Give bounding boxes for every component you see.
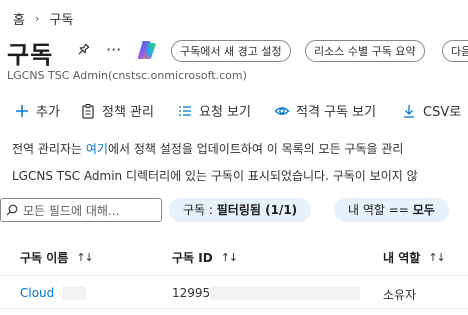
header-divider [0, 275, 468, 276]
filter-value: 모두 [412, 203, 435, 217]
column-header-name[interactable]: 구독 이름 ↑↓ [20, 249, 94, 266]
info-text: 전역 관리자는 [12, 142, 86, 156]
sort-icon[interactable]: ↑↓ [221, 251, 238, 264]
info-line-1: 전역 관리자는 여기에서 정책 설정을 업데이트하여 이 목록의 모든 구독을 … [12, 140, 403, 157]
role-filter-pill[interactable]: 내 역할 == 모두 [334, 198, 449, 222]
search-input[interactable]: 모든 필드에 대해... [0, 198, 162, 222]
resource-summary-chip[interactable]: 리소스 수별 구독 요약 [305, 40, 425, 62]
chevron-right-icon: › [34, 12, 40, 25]
list-icon [179, 105, 191, 116]
add-label: 추가 [36, 105, 60, 120]
copilot-icon[interactable] [135, 38, 159, 62]
pin-icon[interactable] [75, 42, 91, 58]
filter-label: 내 역할 == [348, 203, 413, 217]
view-eligible-label: 적격 구독 보기 [296, 105, 377, 120]
info-text: 에서 정책 설정을 업데이트하여 이 목록의 모든 구독을 관리 [107, 142, 404, 156]
add-button[interactable]: 추가 [14, 101, 60, 120]
manage-policy-button[interactable]: 정책 관리 [80, 101, 154, 120]
redacted-text [62, 286, 86, 300]
subscription-id: 12995 [172, 286, 211, 300]
breadcrumb-home[interactable]: 홈 [13, 9, 25, 28]
tenant-subtitle: LGCNS TSC Admin(cnstsc.onmicrosoft.com) [7, 69, 247, 82]
search-placeholder: 모든 필드에 대해... [23, 203, 120, 218]
clipboard-icon [82, 103, 94, 119]
policy-link[interactable]: 여기 [86, 142, 108, 156]
eye-icon [274, 106, 290, 115]
filter-label: 구독 : [183, 203, 217, 217]
new-alert-chip[interactable]: 구독에서 새 경고 설정 [171, 40, 291, 62]
view-eligible-button[interactable]: 적격 구독 보기 [274, 101, 376, 120]
more-options-icon[interactable]: ··· [106, 40, 121, 59]
plus-icon [16, 104, 28, 117]
subscription-name-link[interactable]: Cloud [20, 286, 54, 300]
search-icon [6, 204, 18, 216]
row-divider [0, 308, 468, 309]
column-header-label: 구독 이름 [20, 251, 69, 265]
view-requests-label: 요청 보기 [199, 105, 251, 120]
download-csv-label: CSV로 [423, 105, 462, 120]
column-header-label: 내 역할 [383, 251, 421, 265]
info-line-2: LGCNS TSC Admin 디렉터리에 있는 구독이 표시되었습니다. 구독… [12, 169, 418, 183]
column-header-id[interactable]: 구독 ID ↑↓ [172, 249, 238, 266]
filter-value: 필터링됨 (1/1) [216, 203, 298, 217]
sort-icon[interactable]: ↑↓ [428, 251, 445, 264]
column-header-role[interactable]: 내 역할 ↑↓ [383, 249, 446, 266]
page-title: 구독 [7, 41, 54, 69]
column-header-label: 구독 ID [172, 251, 213, 265]
subscription-filter-pill[interactable]: 구독 : 필터링됨 (1/1) [169, 198, 312, 222]
breadcrumb: 홈 › 구독 [13, 9, 73, 28]
redacted-text [210, 286, 360, 300]
breadcrumb-current[interactable]: 구독 [49, 9, 73, 28]
download-icon [404, 104, 414, 118]
manage-policy-label: 정책 관리 [102, 105, 154, 120]
subscription-role: 소유자 [383, 288, 417, 302]
sort-icon[interactable]: ↑↓ [76, 251, 93, 264]
view-requests-button[interactable]: 요청 보기 [177, 101, 251, 120]
download-csv-button[interactable]: CSV로 [401, 101, 461, 120]
next-chip[interactable]: 다음 [442, 40, 468, 62]
